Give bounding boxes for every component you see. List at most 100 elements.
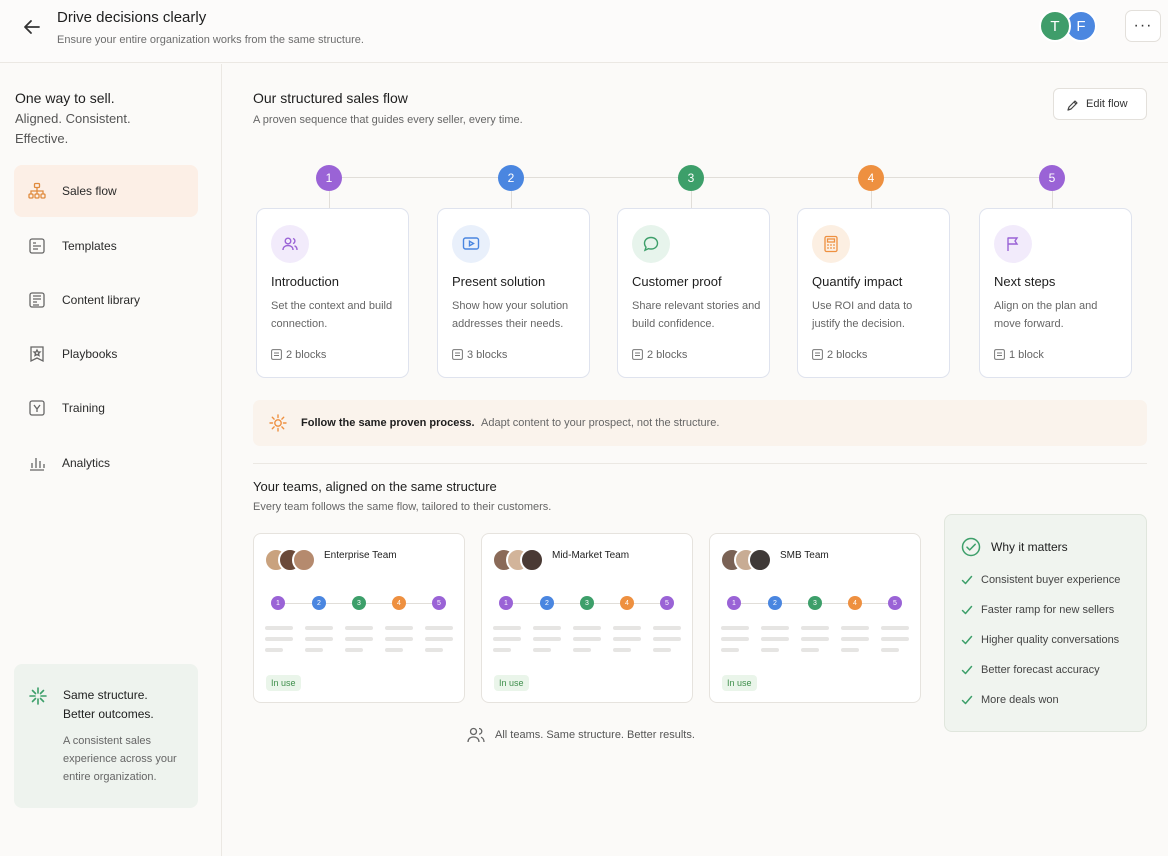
step-blocks-count: 1 block	[1009, 349, 1044, 361]
step-number: 2	[498, 165, 524, 191]
step-name: Introduction	[271, 274, 339, 289]
sidebar: One way to sell. Aligned. Consistent. Ef…	[0, 64, 222, 856]
team-avatars	[264, 548, 324, 572]
placeholder-bar	[493, 648, 511, 652]
team-step-dot: 1	[499, 596, 513, 610]
teams-title: Your teams, aligned on the same structur…	[253, 479, 497, 494]
placeholder-bar	[653, 648, 671, 652]
training-icon	[28, 399, 46, 417]
step-name: Present solution	[452, 274, 546, 289]
why-it-matters-panel: Why it matters Consistent buyer experien…	[944, 514, 1147, 732]
why-item-text: Faster ramp for new sellers	[981, 604, 1115, 616]
step-card-introduction[interactable]: Introduction Set the context and build c…	[256, 208, 409, 378]
sidebar-item-analytics[interactable]: Analytics	[14, 437, 198, 489]
placeholder-bar	[841, 626, 869, 630]
placeholder-bar	[841, 648, 859, 652]
avatar-group[interactable]: T F	[1039, 10, 1099, 42]
placeholder-bar	[265, 626, 293, 630]
placeholder-bar	[385, 626, 413, 630]
team-step-dot: 2	[312, 596, 326, 610]
placeholder-bar	[761, 637, 789, 641]
why-item-text: Better forecast accuracy	[981, 664, 1100, 676]
placeholder-bar	[721, 626, 749, 630]
step-name: Next steps	[994, 274, 1056, 289]
step-number: 4	[858, 165, 884, 191]
team-step-dot: 3	[808, 596, 822, 610]
sidebar-item-sales-flow[interactable]: Sales flow	[14, 165, 198, 217]
step-name: Quantify impact	[812, 274, 903, 289]
step-card-quantify-impact[interactable]: Quantify impact Use ROI and data to just…	[797, 208, 950, 378]
why-item-text: Higher quality conversations	[981, 634, 1120, 646]
sidebar-item-content-library[interactable]: Content library	[14, 274, 198, 326]
edit-flow-button[interactable]: Edit flow	[1053, 88, 1147, 120]
sidebar-item-training[interactable]: Training	[14, 382, 198, 434]
step-card-customer-proof[interactable]: Customer proof Share relevant stories an…	[617, 208, 770, 378]
back-arrow-icon[interactable]	[20, 15, 44, 39]
play-icon	[452, 225, 490, 263]
team-step-dot: 2	[540, 596, 554, 610]
team-card-mid-market[interactable]: Mid-Market Team 1 2 3 4 5 In use	[481, 533, 693, 703]
step-connector	[511, 191, 512, 209]
placeholder-bar	[761, 626, 789, 630]
placeholder-bar	[841, 637, 869, 641]
step-connector	[1052, 191, 1053, 209]
calculator-icon	[812, 225, 850, 263]
team-step-dot: 4	[620, 596, 634, 610]
check-icon	[961, 665, 973, 675]
sidebar-item-label: Sales flow	[62, 184, 117, 198]
placeholder-bar	[493, 637, 521, 641]
placeholder-bar	[613, 626, 641, 630]
placeholder-bar	[721, 648, 739, 652]
check-icon	[961, 575, 973, 585]
sidebar-tagline: Effective.	[15, 131, 69, 146]
placeholder-bar	[305, 648, 323, 652]
avatar[interactable]: T	[1039, 10, 1071, 42]
step-connector	[691, 191, 692, 209]
flow-subtitle: A proven sequence that guides every sell…	[253, 114, 523, 126]
check-icon	[961, 635, 973, 645]
team-name: SMB Team	[780, 550, 829, 561]
sidebar-item-label: Templates	[62, 239, 117, 253]
more-options-button[interactable]: ···	[1125, 10, 1161, 42]
placeholder-bar	[533, 648, 551, 652]
placeholder-bar	[425, 637, 453, 641]
team-step-dot: 5	[660, 596, 674, 610]
team-step-dot: 5	[432, 596, 446, 610]
step-description: Set the context and build connection.	[271, 300, 393, 330]
step-blocks: 3 blocks	[452, 349, 507, 361]
step-description: Align on the plan and move forward.	[994, 300, 1098, 330]
step-card-present-solution[interactable]: Present solution Show how your solution …	[437, 208, 590, 378]
why-item-text: More deals won	[981, 694, 1059, 706]
check-circle-icon	[961, 537, 981, 557]
step-blocks-count: 3 blocks	[467, 349, 508, 361]
step-name: Customer proof	[632, 274, 722, 289]
placeholder-bar	[345, 648, 363, 652]
step-blocks: 2 blocks	[632, 349, 687, 361]
sidebar-item-playbooks[interactable]: Playbooks	[14, 328, 198, 380]
team-card-smb[interactable]: SMB Team 1 2 3 4 5 In use	[709, 533, 921, 703]
page-title: Drive decisions clearly	[57, 9, 207, 26]
team-card-enterprise[interactable]: Enterprise Team 1 2 3 4 5 In use	[253, 533, 465, 703]
block-icon	[632, 349, 643, 360]
step-card-next-steps[interactable]: Next steps Align on the plan and move fo…	[979, 208, 1132, 378]
placeholder-bar	[533, 626, 561, 630]
placeholder-bar	[573, 626, 601, 630]
step-blocks-count: 2 blocks	[827, 349, 868, 361]
step-number: 3	[678, 165, 704, 191]
flag-icon	[994, 225, 1032, 263]
placeholder-bar	[881, 648, 899, 652]
step-blocks-count: 2 blocks	[647, 349, 688, 361]
step-number: 1	[316, 165, 342, 191]
why-item-text: Consistent buyer experience	[981, 574, 1121, 586]
sidebar-item-label: Training	[62, 401, 105, 415]
check-icon	[961, 695, 973, 705]
sidebar-item-templates[interactable]: Templates	[14, 220, 198, 272]
placeholder-bar	[493, 626, 521, 630]
team-step-dot: 3	[352, 596, 366, 610]
team-step-dot: 4	[848, 596, 862, 610]
step-blocks: 2 blocks	[812, 349, 867, 361]
status-badge: In use	[266, 675, 301, 691]
outcome-title: Same structure.	[63, 688, 148, 702]
placeholder-bar	[881, 626, 909, 630]
placeholder-bar	[345, 637, 373, 641]
